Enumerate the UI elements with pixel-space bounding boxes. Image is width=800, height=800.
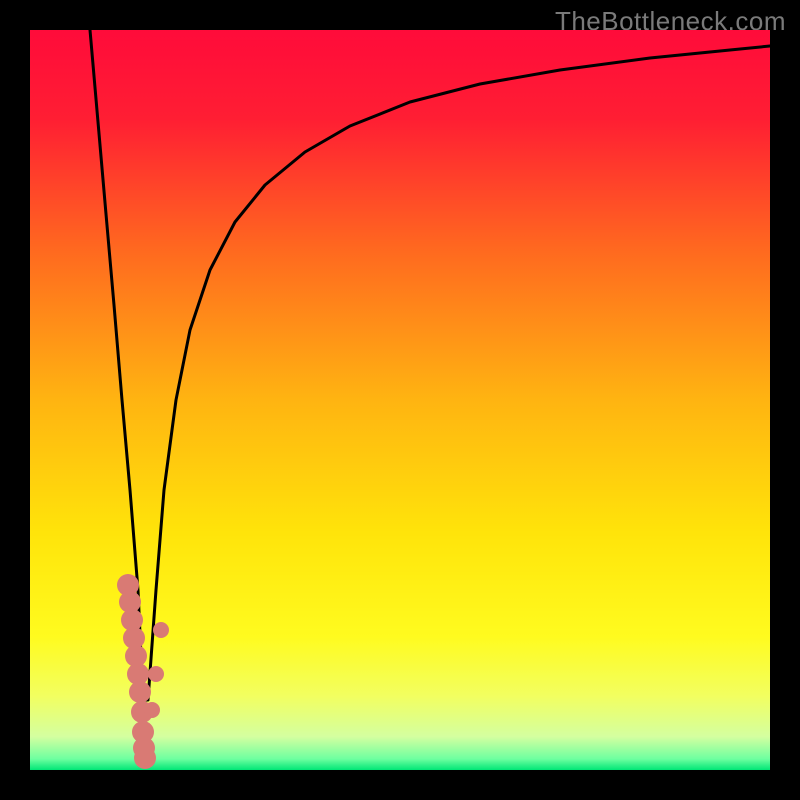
highlight-dot xyxy=(144,702,160,718)
highlight-dot xyxy=(148,666,164,682)
highlight-dot xyxy=(134,747,156,769)
bottleneck-chart xyxy=(30,30,770,770)
outer-frame: TheBottleneck.com xyxy=(0,0,800,800)
highlight-dot xyxy=(129,681,151,703)
highlight-dot xyxy=(153,622,169,638)
plot-area xyxy=(30,30,770,770)
